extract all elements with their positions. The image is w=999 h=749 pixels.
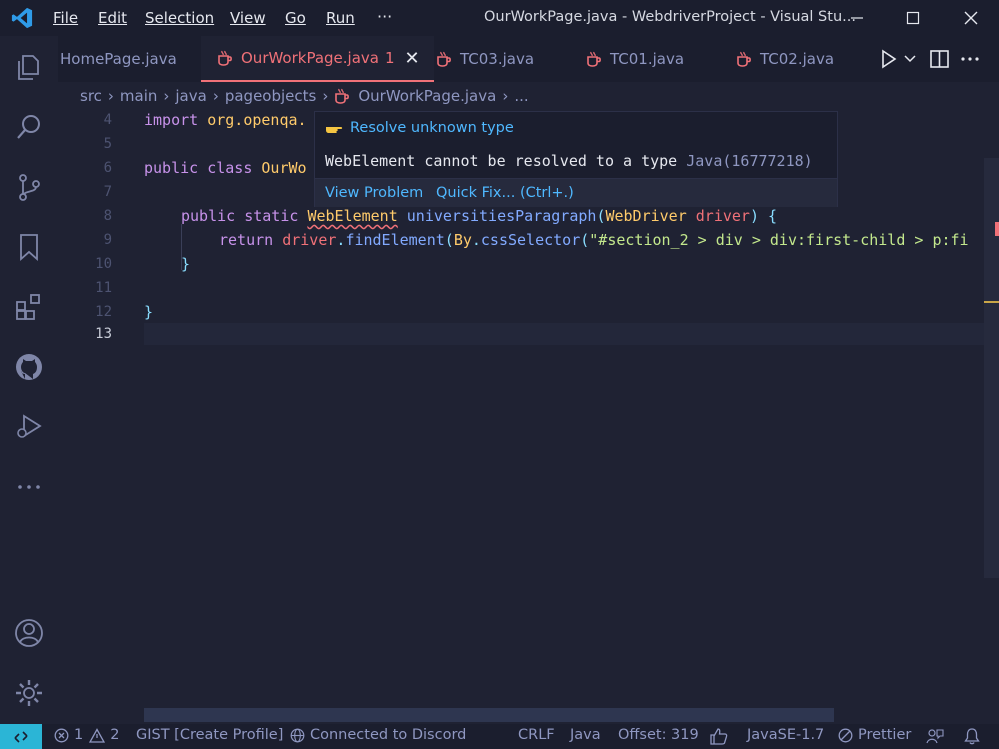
- run-icon[interactable]: [878, 48, 902, 70]
- menu-file[interactable]: File: [53, 9, 78, 27]
- breadcrumb-main[interactable]: main: [120, 87, 157, 105]
- code-line: import org.openqa.: [144, 111, 307, 129]
- unresolved-type: WebElement: [307, 207, 398, 225]
- prettier-status[interactable]: Prettier: [838, 727, 911, 743]
- split-editor-icon[interactable]: [928, 48, 952, 70]
- java-version-status[interactable]: JavaSE-1.7: [747, 727, 824, 743]
- java-file-icon: [437, 51, 451, 67]
- tab-ourworkpage[interactable]: OurWorkPage.java 1 ✕: [201, 36, 434, 82]
- feedback-icon[interactable]: [926, 728, 944, 745]
- globe-icon: [290, 728, 305, 742]
- line-number: 9: [103, 232, 112, 248]
- current-line-highlight: [144, 323, 999, 345]
- error-source: Java(16777218): [686, 152, 813, 170]
- code-line: public static WebElement universitiesPar…: [181, 207, 778, 225]
- editor-tabs: HomePage.java OurWorkPage.java 1 ✕ TC03.…: [58, 36, 999, 82]
- code-line: public class OurWo: [144, 159, 307, 177]
- minimize-icon[interactable]: [834, 0, 880, 36]
- java-file-icon: [737, 51, 751, 67]
- search-icon[interactable]: [14, 112, 44, 142]
- problem-count-badge: 1: [384, 49, 395, 67]
- tab-tc03[interactable]: TC03.java: [436, 36, 534, 82]
- activity-bar: [0, 36, 58, 724]
- warning-icon: [89, 727, 106, 743]
- breadcrumb-src[interactable]: src: [80, 87, 102, 105]
- breadcrumb-file[interactable]: OurWorkPage.java: [358, 87, 496, 105]
- menu-go[interactable]: Go: [285, 9, 306, 27]
- run-debug-icon[interactable]: [14, 412, 44, 442]
- breadcrumb-symbol[interactable]: ...: [514, 87, 528, 105]
- account-icon[interactable]: [14, 618, 44, 648]
- cursor-marker: [984, 301, 999, 303]
- tab-tc02[interactable]: TC02.java: [736, 36, 834, 82]
- menu-more-icon[interactable]: ···: [377, 7, 392, 26]
- eol-status[interactable]: CRLF: [518, 727, 555, 743]
- thumbs-up-icon[interactable]: [710, 728, 728, 745]
- breadcrumb: src › main › java › pageobjects › OurWorkPag…: [80, 87, 529, 105]
- close-tab-icon[interactable]: ✕: [405, 48, 420, 69]
- more-actions-icon[interactable]: [958, 48, 982, 70]
- error-message: WebElement cannot be resolved to a type …: [325, 152, 813, 170]
- offset-status[interactable]: Offset: 319: [618, 727, 699, 743]
- vscode-logo-icon[interactable]: [10, 7, 34, 29]
- breadcrumb-java[interactable]: java: [175, 87, 206, 105]
- notifications-bell-icon[interactable]: [964, 727, 980, 745]
- menu-selection[interactable]: Selection: [145, 9, 214, 27]
- no-entry-icon: [838, 728, 853, 742]
- problem-hover-popup: Resolve unknown type WebElement cannot b…: [314, 111, 838, 207]
- line-number: 10: [95, 256, 112, 272]
- tab-label: OurWorkPage.java: [241, 49, 379, 67]
- line-number: 7: [103, 184, 112, 200]
- code-line: return driver.findElement(By.cssSelector…: [219, 231, 969, 249]
- java-file-icon: [218, 50, 232, 66]
- maximize-icon[interactable]: [890, 0, 936, 36]
- line-number: 11: [95, 280, 112, 296]
- bookmark-icon[interactable]: [14, 232, 44, 262]
- settings-gear-icon[interactable]: [14, 678, 44, 708]
- window-title: OurWorkPage.java - WebdriverProject - Vi…: [484, 9, 856, 25]
- horizontal-scrollbar[interactable]: [144, 708, 834, 722]
- error-marker: [995, 222, 999, 236]
- code-line: }: [144, 303, 154, 321]
- line-number: 6: [103, 160, 112, 176]
- language-status[interactable]: Java: [570, 727, 601, 743]
- line-number: 4: [103, 112, 112, 128]
- error-icon: [54, 728, 69, 742]
- java-file-icon: [335, 88, 350, 104]
- pointing-hand-icon: [326, 127, 343, 133]
- tab-tc01[interactable]: TC01.java: [586, 36, 684, 82]
- code-line: }: [181, 255, 191, 273]
- view-problem-link[interactable]: View Problem: [325, 185, 423, 201]
- menu-edit[interactable]: Edit: [98, 9, 127, 27]
- vertical-scrollbar[interactable]: [984, 158, 999, 578]
- more-icon[interactable]: [14, 472, 44, 502]
- status-bar: 1 2 GIST [Create Profile] Connected to D…: [0, 724, 999, 749]
- line-number: 5: [103, 136, 112, 152]
- title-bar: File Edit Selection View Go Run ··· OurW…: [0, 0, 999, 36]
- problems-indicator[interactable]: 1 2: [54, 727, 119, 743]
- explorer-icon[interactable]: [14, 52, 44, 82]
- remote-indicator[interactable]: [0, 724, 42, 749]
- quick-fix-suggestion[interactable]: Resolve unknown type: [325, 120, 514, 136]
- remote-icon: [14, 730, 28, 743]
- menu-run[interactable]: Run: [326, 9, 355, 27]
- java-file-icon: [587, 51, 601, 67]
- tab-homepage[interactable]: HomePage.java: [58, 36, 198, 82]
- line-number: 13: [95, 326, 112, 342]
- menu-view[interactable]: View: [230, 9, 266, 27]
- hover-actions: View Problem Quick Fix... (Ctrl+.): [315, 178, 837, 207]
- discord-status[interactable]: Connected to Discord: [290, 727, 466, 743]
- quick-fix-link[interactable]: Quick Fix... (Ctrl+.): [436, 185, 574, 201]
- line-number: 12: [95, 304, 112, 320]
- source-control-icon[interactable]: [14, 172, 44, 202]
- line-number: 8: [103, 208, 112, 224]
- chevron-down-icon[interactable]: [902, 48, 918, 70]
- extensions-icon[interactable]: [14, 292, 44, 322]
- breadcrumb-pageobjects[interactable]: pageobjects: [225, 87, 317, 105]
- close-window-icon[interactable]: [948, 0, 994, 36]
- gist-status[interactable]: GIST [Create Profile]: [136, 727, 283, 743]
- github-icon[interactable]: [14, 352, 44, 382]
